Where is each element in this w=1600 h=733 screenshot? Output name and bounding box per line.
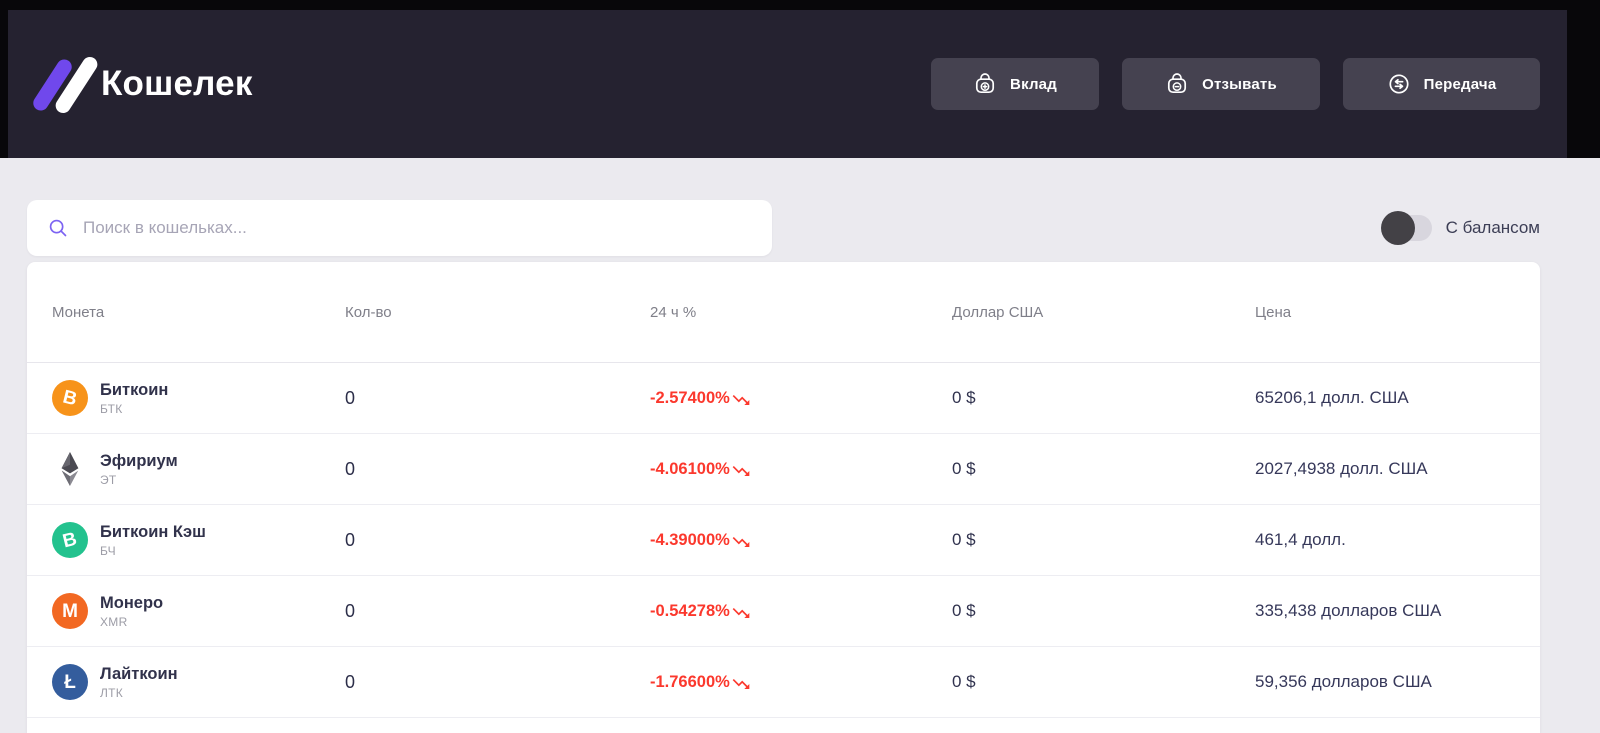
deposit-button-label: Вклад	[1010, 75, 1057, 93]
coin-quantity: 0	[345, 529, 356, 550]
balance-toggle-label: С балансом	[1445, 218, 1540, 237]
trending-down-icon	[731, 458, 751, 481]
column-header-amount: Кол-во	[345, 303, 392, 321]
coin-symbol: XMR	[100, 614, 128, 629]
ethereum-icon	[52, 451, 88, 487]
monero-icon: M	[52, 593, 88, 629]
coin-quantity: 0	[345, 600, 356, 621]
search-input[interactable]	[81, 217, 756, 239]
coin-price: 2027,4938 долл. США	[1255, 459, 1428, 478]
balance-toggle[interactable]	[1380, 211, 1432, 245]
wallet-minus-icon	[1165, 72, 1189, 96]
search-box	[27, 200, 772, 256]
transfer-arrows-icon	[1387, 72, 1411, 96]
header-band: Кошелек Вклад Отзывать Передача	[0, 0, 1600, 158]
coin-name: Лайткоин	[100, 664, 178, 683]
coin-quantity: 0	[345, 387, 356, 408]
coin-24h-change: -2.57400%	[650, 388, 730, 407]
coin-symbol: ЛТК	[100, 685, 124, 700]
table-row[interactable]: Ł Лайткоин ЛТК 0 -1.76600% 0 $ 59,356 до…	[27, 647, 1540, 718]
coin-name: Эфириум	[100, 451, 178, 470]
column-header-coin: Монета	[52, 303, 105, 321]
coin-usd-balance: 0 $	[952, 530, 976, 549]
trending-down-icon	[731, 529, 751, 552]
deposit-button[interactable]: Вклад	[931, 58, 1099, 110]
transfer-button[interactable]: Передача	[1343, 58, 1540, 110]
coin-name: Биткоин Кэш	[100, 522, 206, 541]
table-row[interactable]: B Биткоин Кэш БЧ 0 -4.39000% 0 $ 461,4 д…	[27, 505, 1540, 576]
trending-down-icon	[731, 600, 751, 623]
coin-price: 65206,1 долл. США	[1255, 388, 1409, 407]
coin-24h-change: -0.54278%	[650, 601, 730, 620]
column-header-24h: 24 ч %	[650, 303, 697, 321]
coin-quantity: 0	[345, 458, 356, 479]
trending-down-icon	[731, 671, 751, 694]
table-row[interactable]: B Биткоин БТК 0 -2.57400% 0 $ 65206,1 до…	[27, 363, 1540, 434]
wallet-plus-icon	[973, 72, 997, 96]
toggle-knob[interactable]	[1380, 211, 1415, 245]
header-actions: Вклад Отзывать Передача	[931, 58, 1540, 110]
coin-usd-balance: 0 $	[952, 388, 976, 407]
balance-toggle-wrap: С балансом	[1380, 200, 1540, 256]
search-icon	[27, 217, 69, 239]
litecoin-icon: Ł	[52, 664, 88, 700]
withdraw-button-label: Отзывать	[1202, 75, 1277, 93]
app-title: Кошелек	[101, 64, 253, 103]
header: Кошелек Вклад Отзывать Передача	[8, 10, 1567, 158]
coin-symbol: БЧ	[100, 543, 116, 558]
transfer-button-label: Передача	[1423, 75, 1497, 93]
table-body: B Биткоин БТК 0 -2.57400% 0 $ 65206,1 до…	[27, 363, 1540, 718]
brand: Кошелек	[30, 51, 253, 117]
coin-24h-change: -4.06100%	[650, 459, 730, 478]
coin-name: Монеро	[100, 593, 164, 612]
coin-price: 335,438 долларов США	[1255, 601, 1442, 620]
table-row[interactable]: M Монеро XMR 0 -0.54278% 0 $ 335,438 дол…	[27, 576, 1540, 647]
trending-down-icon	[731, 387, 751, 410]
withdraw-button[interactable]: Отзывать	[1122, 58, 1320, 110]
coin-symbol: БТК	[100, 401, 123, 416]
column-header-usd: Доллар США	[952, 303, 1044, 321]
wallet-page: Кошелек Вклад Отзывать Передача Поиск в …	[0, 0, 1600, 733]
coin-24h-change: -4.39000%	[650, 530, 730, 549]
coin-symbol: ЭТ	[100, 472, 117, 487]
column-header-price: Цена	[1255, 303, 1292, 321]
table-row[interactable]: Эфириум ЭТ 0 -4.06100% 0 $ 2027,4938 дол…	[27, 434, 1540, 505]
coin-price: 461,4 долл.	[1255, 530, 1346, 549]
coin-24h-change: -1.76600%	[650, 672, 730, 691]
bitcoin-icon: B	[52, 380, 88, 416]
coin-usd-balance: 0 $	[952, 459, 976, 478]
coin-usd-balance: 0 $	[952, 672, 976, 691]
table-header-row: Монета Кол-во 24 ч % Доллар США Цена	[27, 262, 1540, 363]
controls-row: С балансом	[27, 200, 1540, 256]
coin-name: Биткоин	[100, 380, 169, 399]
bitcoin-cash-icon: B	[52, 522, 88, 558]
coin-usd-balance: 0 $	[952, 601, 976, 620]
wallets-table: Монета Кол-во 24 ч % Доллар США Цена B Б…	[27, 262, 1540, 733]
wallet-logo-icon	[30, 51, 101, 117]
coin-quantity: 0	[345, 671, 356, 692]
coin-price: 59,356 долларов США	[1255, 672, 1432, 691]
